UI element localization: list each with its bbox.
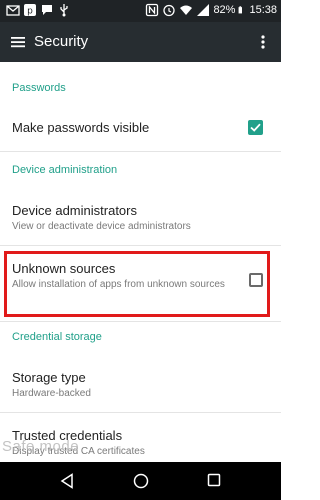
more-vert-icon[interactable] <box>255 34 271 50</box>
section-header-passwords: Passwords <box>12 82 66 94</box>
chat-icon <box>42 5 52 15</box>
row-divider <box>0 412 281 413</box>
hamburger-menu-icon[interactable] <box>10 34 26 50</box>
home-icon[interactable] <box>133 473 149 489</box>
storage-type-subtitle: Hardware-backed <box>12 388 91 399</box>
signal-icon <box>197 4 210 16</box>
section-header-device-admin: Device administration <box>12 164 118 176</box>
battery-percent: 82% <box>213 4 236 16</box>
envelope-icon <box>6 5 20 16</box>
device-administrators-row[interactable]: Device administrators View or deactivate… <box>0 194 281 238</box>
nfc-icon <box>146 3 159 17</box>
pocket-icon: p <box>24 4 36 17</box>
settings-list: Passwords Make passwords visible Device … <box>0 62 281 462</box>
alarm-icon <box>163 4 176 17</box>
checkmark-icon <box>250 123 261 132</box>
section-divider <box>0 151 281 152</box>
device-administrators-title: Device administrators <box>12 203 137 218</box>
section-header-credential-storage: Credential storage <box>12 331 102 343</box>
status-right-icons: 82% 15:38 <box>145 3 277 17</box>
back-icon[interactable] <box>60 473 74 489</box>
storage-type-title: Storage type <box>12 370 86 385</box>
make-passwords-visible-label: Make passwords visible <box>12 120 150 135</box>
wifi-icon <box>180 5 193 15</box>
device-administrators-subtitle: View or deactivate device administrators <box>12 221 191 232</box>
storage-type-row[interactable]: Storage type Hardware-backed <box>0 360 281 404</box>
page-title: Security <box>34 33 89 50</box>
make-passwords-visible-row[interactable]: Make passwords visible <box>0 106 281 146</box>
app-bar: Security <box>0 22 281 62</box>
recents-icon[interactable] <box>207 473 221 487</box>
highlight-box <box>4 251 270 317</box>
clock-time: 15:38 <box>249 4 277 16</box>
status-left-icons: p <box>6 3 71 17</box>
row-divider <box>0 245 281 246</box>
navigation-bar <box>0 462 281 500</box>
usb-icon <box>60 4 68 17</box>
safe-mode-watermark: Safe mode <box>2 438 80 455</box>
section-divider <box>0 321 281 322</box>
status-bar: p 82% 15:38 <box>0 0 281 22</box>
svg-text:p: p <box>27 7 33 17</box>
battery-icon <box>239 6 243 14</box>
make-passwords-visible-checkbox[interactable] <box>248 120 263 135</box>
